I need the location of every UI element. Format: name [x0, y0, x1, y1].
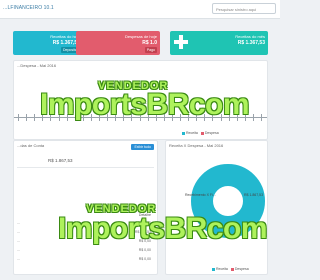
legend-swatch-despesa	[200, 131, 204, 135]
chart-x-tick	[261, 114, 262, 121]
app-title: ...LFINANCEIRO 10.1	[3, 5, 54, 11]
chart-x-tick	[212, 114, 214, 121]
chart-x-tick	[220, 114, 222, 121]
chart-x-tick	[66, 114, 68, 121]
account-amount: R$ 1.000,00	[131, 221, 151, 225]
account-amount: R$ 0,00	[138, 239, 151, 243]
chart-x-tick	[90, 114, 92, 121]
donut-slice-receita[interactable]	[191, 164, 265, 238]
account-amount: R$ 474,53	[134, 230, 151, 234]
chart-x-tick	[82, 114, 84, 121]
pie-legend-swatch-receita	[212, 267, 215, 271]
chart-x-tick	[107, 114, 109, 121]
chart-x-tick	[26, 114, 28, 121]
plus-icon[interactable]	[172, 33, 190, 51]
donut-chart[interactable]	[190, 163, 266, 239]
account-row[interactable]: ... R$ 0,00	[14, 237, 157, 245]
chart-x-tick	[244, 114, 246, 121]
pie-legend-swatch-despesa	[230, 267, 234, 271]
chart-x-tick	[131, 114, 133, 121]
chart-x-tick	[196, 114, 198, 121]
chart-x-tick	[163, 114, 165, 121]
card-despesas-value: R$ 1.0	[142, 40, 157, 46]
chart-panel-title: ...Despesa - Mai 2016	[17, 63, 57, 68]
chart-x-tick	[155, 114, 157, 121]
card-saldo-value: R$ 1.367,53	[237, 40, 265, 46]
account-row[interactable]: ... R$ 1.000,00	[14, 219, 157, 227]
pie-slice-value: R$ 1.867,53	[244, 193, 264, 197]
account-name: ...	[17, 221, 20, 225]
legend-label-receita: Receita	[186, 131, 198, 135]
account-name: ...	[17, 239, 20, 243]
account-row[interactable]: ... R$ 0,00	[14, 246, 157, 254]
accounts-panel: ...das de Conta Exibir tudo R$ 1.867,53 …	[13, 140, 158, 275]
pie-slice-label: Recebimento X Fi...	[185, 193, 216, 197]
account-row[interactable]: ... R$ 0,00	[14, 255, 157, 263]
card-despesas-button[interactable]: Pago	[144, 47, 157, 53]
chart-x-tick	[99, 114, 100, 121]
pie-legend-label-receita: Receita	[216, 267, 228, 271]
account-name: ...	[17, 230, 20, 234]
chart-x-tick	[228, 114, 230, 121]
legend-label-despesa: Despesa	[204, 131, 219, 135]
account-name: ...	[17, 248, 20, 252]
card-despesas-label: Despesas de hoje	[124, 34, 157, 39]
chart-x-tick	[123, 114, 125, 121]
accounts-column-head: Detalhe	[138, 213, 151, 217]
chart-legend: Receita Despesa	[180, 131, 219, 135]
chart-x-tick	[74, 114, 76, 121]
show-all-button[interactable]: Exibir tudo	[131, 144, 154, 150]
top-bar: ...LFINANCEIRO 10.1	[0, 0, 280, 19]
chart-x-tick	[180, 114, 181, 121]
pie-panel-title: Receita X Despesa - Mai 2016	[169, 143, 224, 148]
divider	[17, 167, 154, 168]
account-name: ...	[17, 257, 20, 261]
card-despesas[interactable]: Despesas de hoje R$ 1.0 Pago	[76, 31, 160, 55]
chart-x-tick	[18, 114, 19, 121]
chart-x-tick	[252, 114, 254, 121]
chart-x-tick	[188, 114, 190, 121]
accounts-balance: R$ 1.867,53	[48, 158, 73, 163]
pie-legend: Receita Despesa	[210, 267, 249, 271]
chart-x-tick	[147, 114, 149, 121]
legend-swatch-receita	[182, 131, 185, 135]
chart-panel: ...Despesa - Mai 2016 Receita Despesa	[13, 60, 268, 140]
search-input[interactable]	[212, 3, 276, 14]
chart-x-tick	[139, 114, 141, 121]
account-amount: R$ 0,00	[138, 257, 151, 261]
chart-x-tick	[236, 114, 238, 121]
card-receitas[interactable]: Receitas do hoje R$ 1.367,53 Depositar	[13, 31, 83, 55]
chart-x-tick	[204, 114, 206, 121]
chart-x-tick	[50, 114, 52, 121]
accounts-panel-title: ...das de Conta	[17, 143, 45, 148]
account-row[interactable]: ... R$ 474,53	[14, 228, 157, 236]
chart-x-tick	[42, 114, 44, 121]
chart-x-tick	[34, 114, 36, 121]
chart-x-tick	[171, 114, 173, 121]
account-amount: R$ 0,00	[138, 248, 151, 252]
chart-x-tick	[58, 114, 60, 121]
card-saldo-label: Receitas do mês	[235, 34, 265, 39]
pie-legend-label-despesa: Despesa	[234, 267, 249, 271]
chart-x-tick	[115, 114, 117, 121]
